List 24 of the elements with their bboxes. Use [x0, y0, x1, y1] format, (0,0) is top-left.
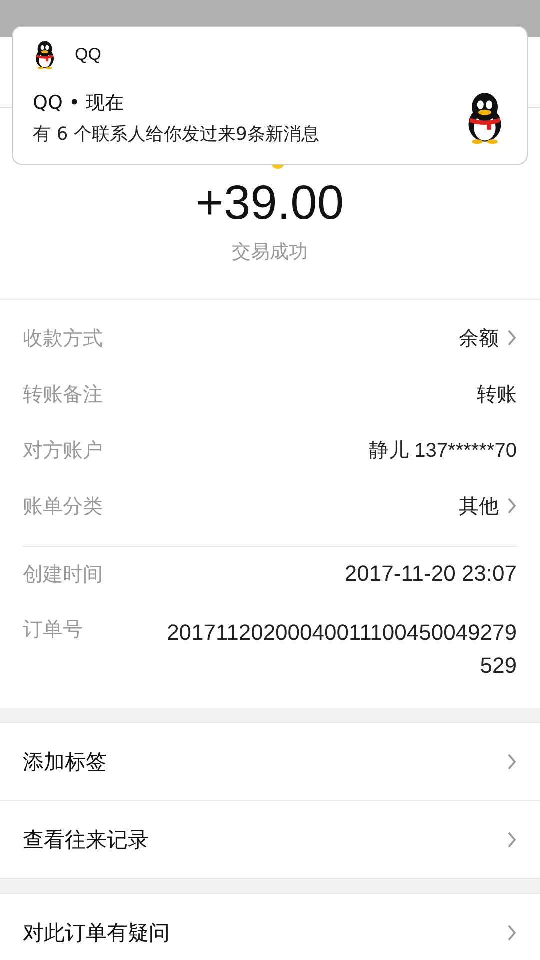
field-value: 20171120200040011100450049279529 — [166, 619, 517, 680]
field-value: 静儿 137******70 — [369, 438, 517, 464]
field-value: 转账 — [477, 382, 517, 408]
notification-message: 有 6 个联系人给你发过来9条新消息 — [33, 123, 320, 146]
transaction-status: 交易成功 — [232, 240, 308, 265]
chevron-icon — [507, 830, 517, 848]
notification-title: QQ • 现在 — [33, 91, 126, 116]
notification-card[interactable]: QQ QQ • 现在 有 6 个联系人给你发过来9条新消息 — [12, 26, 528, 165]
chevron-icon — [507, 752, 517, 770]
field-label: 创建时间 — [23, 561, 103, 588]
amount: +39.00 — [196, 176, 344, 231]
field-value: 2017-11-20 23:07 — [344, 561, 517, 587]
app-name: QQ — [75, 45, 102, 65]
field-label: 对方账户 — [23, 436, 103, 464]
field-label: 收款方式 — [23, 324, 103, 352]
field-label: 订单号 — [23, 616, 83, 643]
field-link[interactable]: 其他 — [459, 492, 517, 520]
chevron-icon — [507, 329, 517, 347]
penguin-icon — [33, 40, 57, 70]
field-link[interactable]: 余额 — [459, 324, 517, 352]
field-label: 转账备注 — [23, 380, 103, 408]
field-label: 账单分类 — [23, 492, 103, 520]
chevron-icon — [507, 924, 517, 942]
chevron-icon — [507, 497, 517, 515]
